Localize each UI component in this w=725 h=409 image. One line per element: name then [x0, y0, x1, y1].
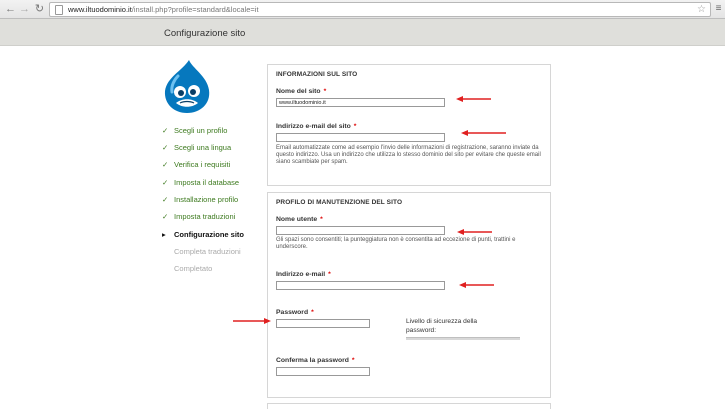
site-name-label-text: Nome del sito	[276, 88, 321, 95]
page-header: Configurazione sito	[0, 19, 725, 46]
url-path: /install.php?profile=standard&locale=it	[131, 5, 259, 14]
checkmark-icon: ✓	[162, 160, 169, 169]
checkmark-icon: ✓	[162, 178, 169, 187]
admin-email-label: Indirizzo e-mail *	[276, 271, 331, 278]
drupal-logo-icon	[162, 59, 212, 114]
password-input[interactable]	[276, 319, 370, 328]
required-marker: *	[351, 357, 355, 364]
forward-arrow-icon[interactable]: →	[18, 3, 31, 16]
checkmark-icon: ✓	[162, 143, 169, 152]
checkmark-icon: ✓	[162, 126, 169, 135]
site-email-label: Indirizzo e-mail del sito *	[276, 123, 356, 130]
url-host: www.iltuodominio.it	[68, 5, 132, 14]
checkmark-icon: ✓	[162, 195, 169, 204]
maintenance-legend: PROFILO DI MANUTENZIONE DEL SITO	[276, 199, 403, 206]
step-label: Scegli un profilo	[174, 126, 228, 135]
checkmark-icon: ✓	[162, 212, 169, 221]
site-email-input[interactable]	[276, 133, 445, 142]
confirm-password-label: Conferma la password *	[276, 357, 355, 364]
username-label: Nome utente *	[276, 216, 323, 223]
step-label: Configurazione sito	[174, 230, 244, 239]
annotation-arrow-icon	[456, 96, 492, 102]
active-bullet-icon: ▸	[162, 230, 166, 239]
required-marker: *	[328, 271, 331, 278]
admin-email-input[interactable]	[276, 281, 445, 290]
next-fieldset	[267, 403, 551, 409]
annotation-arrow-icon	[233, 318, 271, 324]
password-strength-bar	[406, 337, 520, 340]
page-title: Configurazione sito	[164, 28, 246, 39]
page-icon	[55, 5, 63, 15]
username-label-text: Nome utente	[276, 216, 318, 223]
username-description: Gli spazi sono consentiti; la punteggiat…	[276, 237, 516, 251]
required-marker: *	[311, 309, 314, 316]
password-label: Password *	[276, 309, 314, 316]
step-label: Installazione profilo	[174, 195, 239, 204]
site-name-input[interactable]	[276, 98, 445, 107]
site-info-legend: INFORMAZIONI SUL SITO	[276, 71, 358, 78]
annotation-arrow-icon	[459, 282, 495, 288]
back-arrow-icon[interactable]: ←	[4, 3, 17, 16]
step-label: Imposta il database	[174, 178, 240, 187]
admin-email-label-text: Indirizzo e-mail	[276, 271, 326, 278]
reload-icon[interactable]: ↻	[33, 3, 46, 16]
step-label: Scegli una lingua	[174, 143, 232, 152]
site-email-description: Email automatizzate come ad esempio l'in…	[276, 145, 541, 166]
password-label-text: Password	[276, 309, 309, 316]
required-marker: *	[323, 88, 327, 95]
step-label: Verifica i requisiti	[174, 160, 231, 169]
confirm-password-label-text: Conferma la password	[276, 357, 349, 364]
menu-icon[interactable]: ≡	[714, 3, 723, 16]
annotation-arrow-icon	[461, 130, 507, 136]
address-url[interactable]: www.iltuodominio.it/install.php?profile=…	[68, 4, 259, 16]
step-label: Completa traduzioni	[174, 247, 241, 256]
username-input[interactable]	[276, 226, 445, 235]
required-marker: *	[353, 123, 357, 130]
annotation-arrow-icon	[457, 229, 493, 235]
site-name-label: Nome del sito *	[276, 88, 326, 95]
browser-toolbar: ← → ↻ www.iltuodominio.it/install.php?pr…	[0, 0, 725, 19]
step-label: Imposta traduzioni	[174, 212, 236, 221]
step-label: Completato	[174, 264, 213, 273]
confirm-password-input[interactable]	[276, 367, 370, 376]
password-strength-label: Livello di sicurezza della password:	[406, 318, 478, 334]
address-bar[interactable]: www.iltuodominio.it/install.php?profile=…	[49, 2, 711, 17]
bookmark-star-icon[interactable]: ☆	[697, 3, 706, 16]
required-marker: *	[320, 216, 323, 223]
site-email-label-text: Indirizzo e-mail del sito	[276, 123, 351, 130]
